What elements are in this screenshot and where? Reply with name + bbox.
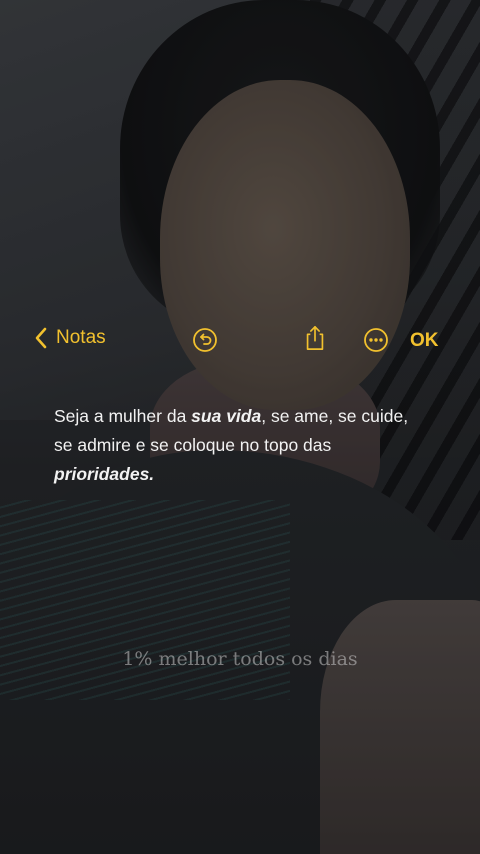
note-text-1: Seja a mulher da (54, 406, 192, 426)
note-emphasis-1: sua vida (191, 406, 262, 426)
more-icon (364, 328, 388, 352)
note-body[interactable]: Seja a mulher da sua vida, se ame, se cu… (54, 402, 424, 489)
back-label: Notas (56, 327, 106, 348)
note-emphasis-2: prioridades. (54, 464, 155, 484)
notes-toolbar: Notas OK (0, 322, 480, 358)
share-icon (306, 326, 324, 350)
undo-button[interactable] (192, 327, 218, 353)
done-button[interactable]: OK (410, 330, 439, 352)
share-button[interactable] (302, 325, 328, 351)
chevron-left-icon (35, 327, 47, 349)
back-button[interactable]: Notas (34, 327, 106, 349)
more-button[interactable] (363, 327, 389, 353)
undo-icon (193, 328, 217, 352)
caption-text: 1% melhor todos os dias (122, 648, 358, 670)
